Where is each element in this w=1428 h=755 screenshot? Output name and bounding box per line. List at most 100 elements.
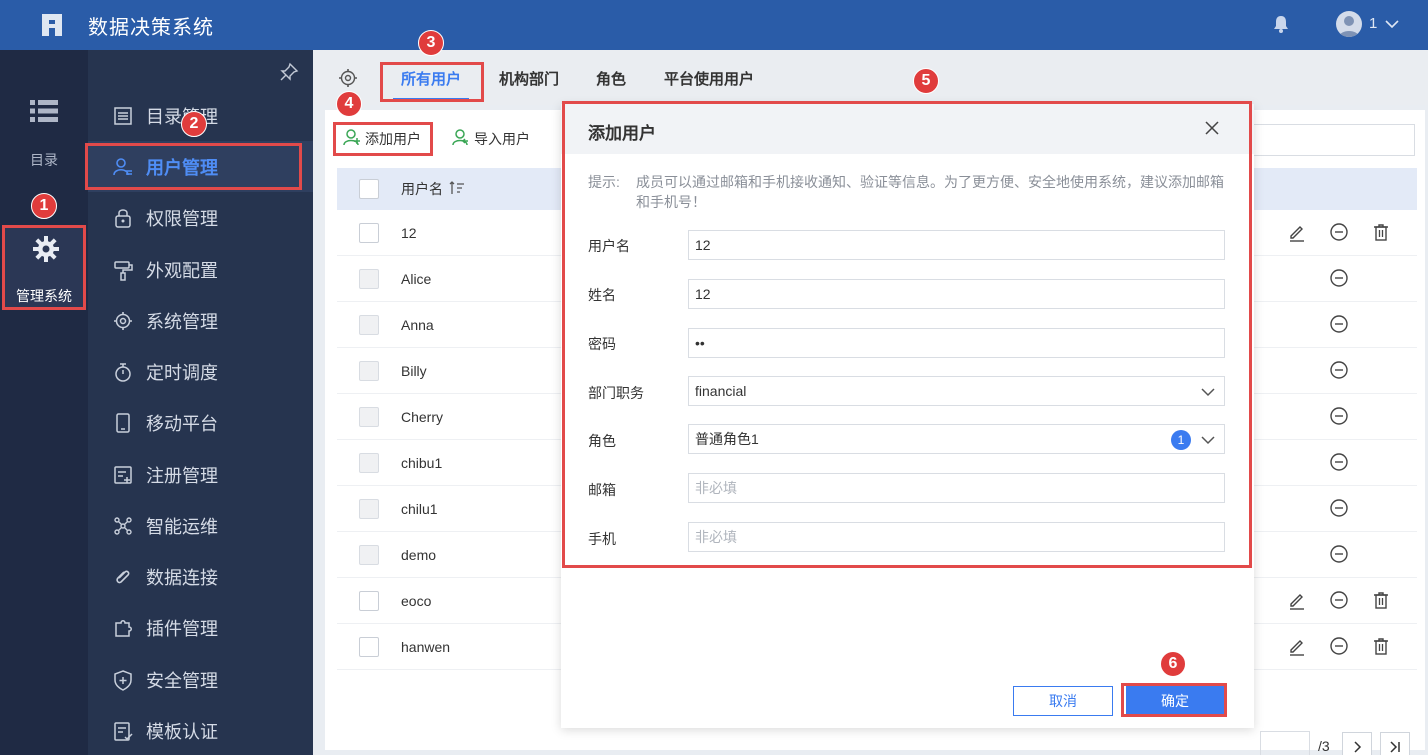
dialog-title: 添加用户 [588, 124, 656, 143]
minus-circle-icon[interactable] [1329, 544, 1349, 567]
menu-item-label: 系统管理 [146, 311, 218, 332]
lock-icon [112, 207, 134, 229]
email-label: 邮箱 [588, 482, 616, 498]
department-select[interactable]: financial [688, 376, 1225, 406]
row-checkbox[interactable] [359, 268, 379, 289]
menu-item-label: 移动平台 [146, 413, 218, 434]
menu-item-8[interactable]: 注册管理 [88, 449, 313, 500]
menu-item-7[interactable]: 移动平台 [88, 397, 313, 448]
register-icon [112, 464, 134, 486]
row-checkbox[interactable] [359, 222, 379, 243]
hint-text: 成员可以通过邮箱和手机接收通知、验证等信息。为了更方便、安全地使用系统，建议添加… [636, 174, 1224, 210]
next-page-button[interactable] [1342, 732, 1372, 755]
menu-item-label: 智能运维 [146, 516, 218, 537]
realname-field[interactable]: 12 [688, 279, 1225, 309]
tab-platform-users[interactable]: 平台使用用户 [664, 68, 754, 89]
tab-departments[interactable]: 机构部门 [499, 68, 559, 89]
menu-item-9[interactable]: 智能运维 [88, 500, 313, 551]
username-field[interactable]: 12 [688, 230, 1225, 260]
minus-circle-icon[interactable] [1329, 452, 1349, 475]
step-marker: 6 [1160, 651, 1186, 677]
menu-item-11[interactable]: 插件管理 [88, 602, 313, 653]
system-management-tab[interactable]: 管理系统 [2, 225, 86, 310]
row-checkbox[interactable] [359, 590, 379, 611]
username-cell: demo [401, 546, 437, 563]
username-cell: Anna [401, 316, 434, 333]
pin-icon[interactable] [279, 62, 299, 85]
password-field[interactable]: •• [688, 328, 1225, 358]
close-icon[interactable] [1204, 120, 1220, 139]
username-cell: hanwen [401, 638, 451, 655]
menu-item-4[interactable]: 外观配置 [88, 244, 313, 295]
edit-icon[interactable] [1287, 636, 1307, 659]
import-user-icon [452, 128, 470, 149]
row-checkbox[interactable] [359, 314, 379, 335]
realname-label: 姓名 [588, 287, 616, 303]
column-header-username[interactable]: 用户名 [401, 179, 465, 199]
department-value: financial [695, 383, 747, 399]
edit-icon[interactable] [1287, 590, 1307, 613]
minus-circle-icon[interactable] [1329, 360, 1349, 383]
menu-item-12[interactable]: 安全管理 [88, 654, 313, 705]
page-input[interactable] [1260, 731, 1310, 755]
settings-gear-icon[interactable] [338, 68, 358, 91]
catalog-list-icon[interactable] [30, 100, 58, 125]
email-field[interactable]: 非必填 [688, 473, 1225, 503]
catalog-label[interactable]: 目录 [0, 150, 88, 170]
minus-circle-icon[interactable] [1329, 406, 1349, 429]
row-checkbox[interactable] [359, 452, 379, 473]
row-checkbox[interactable] [359, 406, 379, 427]
user-manage-highlight [85, 143, 302, 190]
import-user-button[interactable]: 导入用户 [452, 128, 530, 149]
confirm-button[interactable]: 确定 [1126, 686, 1224, 716]
cancel-button[interactable]: 取消 [1013, 686, 1113, 716]
username-cell: eoco [401, 592, 432, 609]
phone-field[interactable]: 非必填 [688, 522, 1225, 552]
select-all-checkbox[interactable] [359, 179, 379, 199]
tab-roles[interactable]: 角色 [596, 68, 626, 89]
bell-icon[interactable] [1272, 14, 1290, 34]
avatar[interactable] [1336, 11, 1362, 37]
chevron-down-icon[interactable] [1384, 17, 1400, 29]
minus-circle-icon[interactable] [1329, 222, 1349, 245]
add-user-highlight [333, 122, 433, 156]
chevron-down-icon[interactable] [1200, 385, 1216, 401]
menu-item-6[interactable]: 定时调度 [88, 346, 313, 397]
menu-item-label: 定时调度 [146, 362, 218, 383]
role-label: 角色 [588, 433, 616, 449]
menu-item-label: 模板认证 [146, 721, 218, 742]
top-bar: 数据决策系统 1 [0, 0, 1428, 50]
puzzle-icon [112, 617, 134, 639]
row-checkbox[interactable] [359, 498, 379, 519]
gear-icon [112, 310, 134, 332]
icon-sidebar: 目录 管理系统 [0, 50, 88, 755]
sort-icon[interactable] [449, 180, 465, 198]
trash-icon[interactable] [1371, 222, 1391, 245]
minus-circle-icon[interactable] [1329, 314, 1349, 337]
row-checkbox[interactable] [359, 636, 379, 657]
edit-icon[interactable] [1287, 222, 1307, 245]
minus-circle-icon[interactable] [1329, 268, 1349, 291]
network-icon [112, 515, 134, 537]
menu-item-label: 注册管理 [146, 465, 218, 486]
role-select[interactable]: 普通角色1 1 [688, 424, 1225, 454]
menu-item-label: 数据连接 [146, 567, 218, 588]
chevron-down-icon[interactable] [1200, 433, 1216, 449]
trash-icon[interactable] [1371, 590, 1391, 613]
minus-circle-icon[interactable] [1329, 636, 1349, 659]
row-checkbox[interactable] [359, 360, 379, 381]
menu-item-10[interactable]: 数据连接 [88, 551, 313, 602]
user-name[interactable]: 1 [1369, 15, 1377, 32]
row-checkbox[interactable] [359, 544, 379, 565]
dialog-hint: 提示: 成员可以通过邮箱和手机接收通知、验证等信息。为了更方便、安全地使用系统，… [588, 172, 1228, 212]
menu-item-3[interactable]: 权限管理 [88, 192, 313, 243]
page-total: /3 [1318, 738, 1330, 754]
menu-item-label: 权限管理 [146, 208, 218, 229]
menu-item-13[interactable]: 模板认证 [88, 705, 313, 755]
last-page-button[interactable] [1380, 732, 1410, 755]
menu-item-5[interactable]: 系统管理 [88, 295, 313, 346]
menu-item-label: 安全管理 [146, 670, 218, 691]
trash-icon[interactable] [1371, 636, 1391, 659]
minus-circle-icon[interactable] [1329, 498, 1349, 521]
minus-circle-icon[interactable] [1329, 590, 1349, 613]
